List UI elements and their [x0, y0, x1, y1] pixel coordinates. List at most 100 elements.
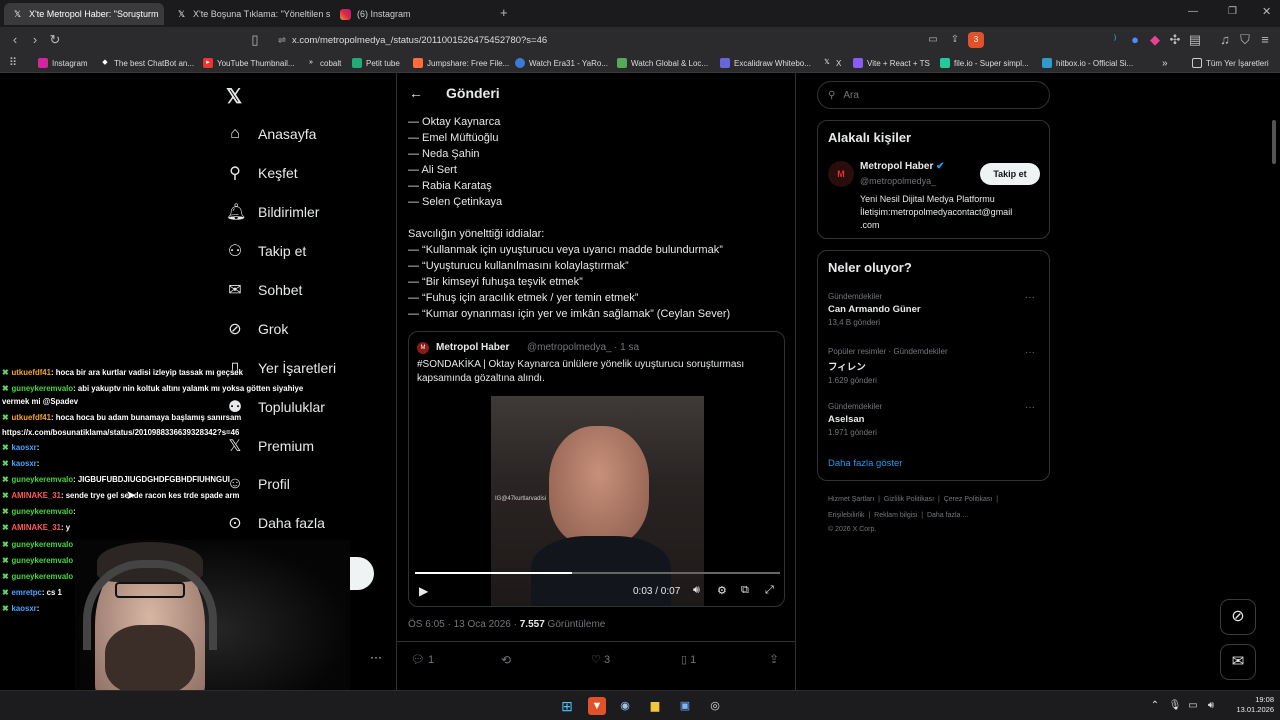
trend-item[interactable]: Gündemdekiler Can Armando Güner 13,4 B g…: [828, 292, 1043, 327]
quote-author[interactable]: Metropol Haber: [436, 342, 509, 353]
footer-link[interactable]: Erişilebilirlik: [828, 512, 865, 519]
quoted-post[interactable]: M Metropol Haber @metropolmedya_ · 1 sa …: [408, 331, 785, 607]
person-name[interactable]: Metropol Haber ✔: [860, 161, 945, 172]
bookmark-button[interactable]: ▯ 1: [681, 653, 696, 666]
volume-icon[interactable]: 🔊︎: [1202, 697, 1220, 715]
microphone-icon[interactable]: 🎙︎: [1166, 697, 1184, 715]
extension-icon[interactable]: ●: [1126, 31, 1144, 49]
messages-icon[interactable]: ✉: [1220, 644, 1256, 680]
like-button[interactable]: ♡ 3: [591, 653, 610, 666]
footer-link[interactable]: Daha fazla ...: [927, 512, 968, 519]
bookmark-item[interactable]: Instagram: [38, 56, 88, 70]
settings-icon[interactable]: ⚙: [717, 584, 727, 597]
bookmark-item[interactable]: ▸ YouTube Thumbnail...: [203, 56, 295, 70]
close-window-button[interactable]: ✕: [1262, 5, 1271, 18]
bookmark-item[interactable]: Jumpshare: Free File...: [413, 56, 509, 70]
grok-icon[interactable]: ⊘: [1220, 599, 1256, 635]
footer-link[interactable]: Çerez Politikası: [944, 496, 993, 503]
brave-icon[interactable]: ▼: [588, 697, 606, 715]
extension-icon[interactable]: ⁾: [1106, 31, 1124, 49]
footer-links: Hizmet Şartları | Gizlilik Politikası | …: [828, 496, 999, 503]
sidebar-item-grok[interactable]: ⊘ Grok: [226, 314, 288, 344]
trend-item[interactable]: Gündemdekiler Aselsan 1.971 gönderi ···: [828, 402, 1043, 437]
tab-bosuna[interactable]: 𝕏 X'te Boşuna Tıklama: "Yöneltilen suçla: [168, 3, 330, 25]
more-icon[interactable]: ···: [1025, 402, 1035, 413]
more-icon[interactable]: ···: [1025, 292, 1035, 303]
bookmark-item[interactable]: hitbox.io - Official Si...: [1042, 56, 1133, 70]
brave-shield-icon[interactable]: 3: [968, 32, 984, 48]
fullscreen-icon[interactable]: ⤢: [765, 584, 774, 597]
play-icon[interactable]: ▶: [419, 584, 428, 598]
maximize-button[interactable]: ❐: [1228, 6, 1237, 17]
bookmark-item[interactable]: Excalidraw Whitebo...: [720, 56, 811, 70]
new-tab-button[interactable]: +: [500, 5, 508, 20]
video-player[interactable]: IG@47kurtlarvadisi: [491, 396, 704, 606]
music-icon[interactable]: ♫: [1216, 31, 1234, 49]
forward-icon[interactable]: ›: [26, 31, 44, 49]
share-icon[interactable]: ⇪: [769, 652, 779, 666]
bookmark-item[interactable]: file.io - Super simpl...: [940, 56, 1029, 70]
sidebar-item-explore[interactable]: ⚲ Keşfet: [226, 158, 298, 188]
address-bar[interactable]: ⇌ x.com/metropolmedya_/status/2011001526…: [268, 30, 988, 50]
bookmarks-overflow-icon[interactable]: »: [1162, 56, 1168, 70]
volume-icon[interactable]: 🔊︎: [693, 584, 700, 597]
pip-icon[interactable]: ⧉: [741, 584, 749, 597]
minimize-button[interactable]: —: [1188, 6, 1198, 17]
person-handle[interactable]: @metropolmedya_: [860, 176, 936, 186]
puzzle-icon[interactable]: ✣: [1166, 31, 1184, 49]
extension-icon[interactable]: ◆: [1146, 31, 1164, 49]
folder-icon[interactable]: ▆: [646, 697, 664, 715]
steam-icon[interactable]: ◉: [616, 697, 634, 715]
video-progress-track[interactable]: [415, 572, 780, 574]
footer-link[interactable]: Gizlilik Politikası: [884, 496, 934, 503]
x-logo-icon[interactable]: 𝕏: [226, 84, 242, 109]
cast-icon[interactable]: ▭: [924, 31, 942, 49]
more-icon[interactable]: ···: [1025, 347, 1035, 358]
show-more-link[interactable]: Daha fazla göster: [828, 458, 902, 469]
bookmark-count: 1: [690, 654, 697, 666]
bookmark-item[interactable]: Petit tube: [352, 56, 400, 70]
bookmark-item[interactable]: ◆ The best ChatBot an...: [100, 56, 194, 70]
app-icon[interactable]: ◎: [706, 697, 724, 715]
app-icon[interactable]: ▣: [676, 697, 694, 715]
site-info-icon[interactable]: ⇌: [278, 35, 286, 46]
apps-icon[interactable]: ⠿: [4, 54, 22, 72]
reply-button[interactable]: 💬︎ 1: [411, 653, 434, 666]
chevron-up-icon[interactable]: ⌃: [1146, 697, 1164, 715]
sidebar-icon[interactable]: ▤: [1186, 31, 1204, 49]
sidebar-item-home[interactable]: ⌂ Anasayfa: [226, 119, 316, 149]
sidebar-item-notifications[interactable]: 🔔︎ Bildirimler: [226, 197, 319, 227]
tab-metropol[interactable]: 𝕏 X'te Metropol Haber: "Soruşturm ✕: [4, 3, 164, 25]
account-more-icon[interactable]: ···: [370, 650, 382, 664]
tab-instagram[interactable]: (6) Instagram: [332, 3, 492, 25]
sidebar-item-follow[interactable]: ⚇ Takip et: [226, 236, 306, 266]
windows-start-icon[interactable]: ⊞: [558, 697, 576, 715]
menu-icon[interactable]: ≡: [1256, 31, 1274, 49]
game-icon: [617, 58, 627, 68]
footer-link[interactable]: Hizmet Şartları: [828, 496, 874, 503]
search-input[interactable]: ⚲ Ara: [817, 81, 1050, 109]
bookmark-item[interactable]: Watch Global & Loc...: [617, 56, 708, 70]
sidebar-item-more[interactable]: ⊙ Daha fazla: [226, 508, 325, 538]
avatar[interactable]: M: [828, 161, 854, 187]
all-bookmarks[interactable]: Tüm Yer İşaretleri: [1192, 56, 1269, 70]
bookmark-item[interactable]: Vite + React + TS: [853, 56, 930, 70]
back-arrow-icon[interactable]: ←: [409, 85, 423, 101]
scrollbar[interactable]: [1272, 120, 1276, 164]
trend-item[interactable]: Popüler resimler · Gündemdekiler フィレン 1.…: [828, 347, 1043, 385]
bookmark-page-icon[interactable]: ▯: [246, 31, 264, 49]
bookmark-item[interactable]: » cobalt: [306, 56, 341, 70]
quote-handle[interactable]: @metropolmedya_: [527, 342, 612, 353]
follow-button[interactable]: Takip et: [980, 163, 1040, 185]
network-icon[interactable]: ▭: [1184, 697, 1202, 715]
sidebar-item-chat[interactable]: ✉ Sohbet: [226, 275, 302, 305]
bookmark-item[interactable]: 𝕏X: [822, 56, 841, 70]
vpn-icon[interactable]: ⛉: [1236, 31, 1254, 49]
back-icon[interactable]: ‹: [6, 31, 24, 49]
footer-link[interactable]: Reklam bilgisi: [874, 512, 917, 519]
clock[interactable]: 19:08 13.01.2026: [1228, 695, 1274, 715]
reload-icon[interactable]: ↻: [46, 31, 64, 49]
share-icon[interactable]: ⇪: [946, 31, 964, 49]
bookmark-item[interactable]: Watch Era31 - YaRo...: [515, 56, 608, 70]
retweet-button[interactable]: ⟲: [501, 653, 511, 667]
